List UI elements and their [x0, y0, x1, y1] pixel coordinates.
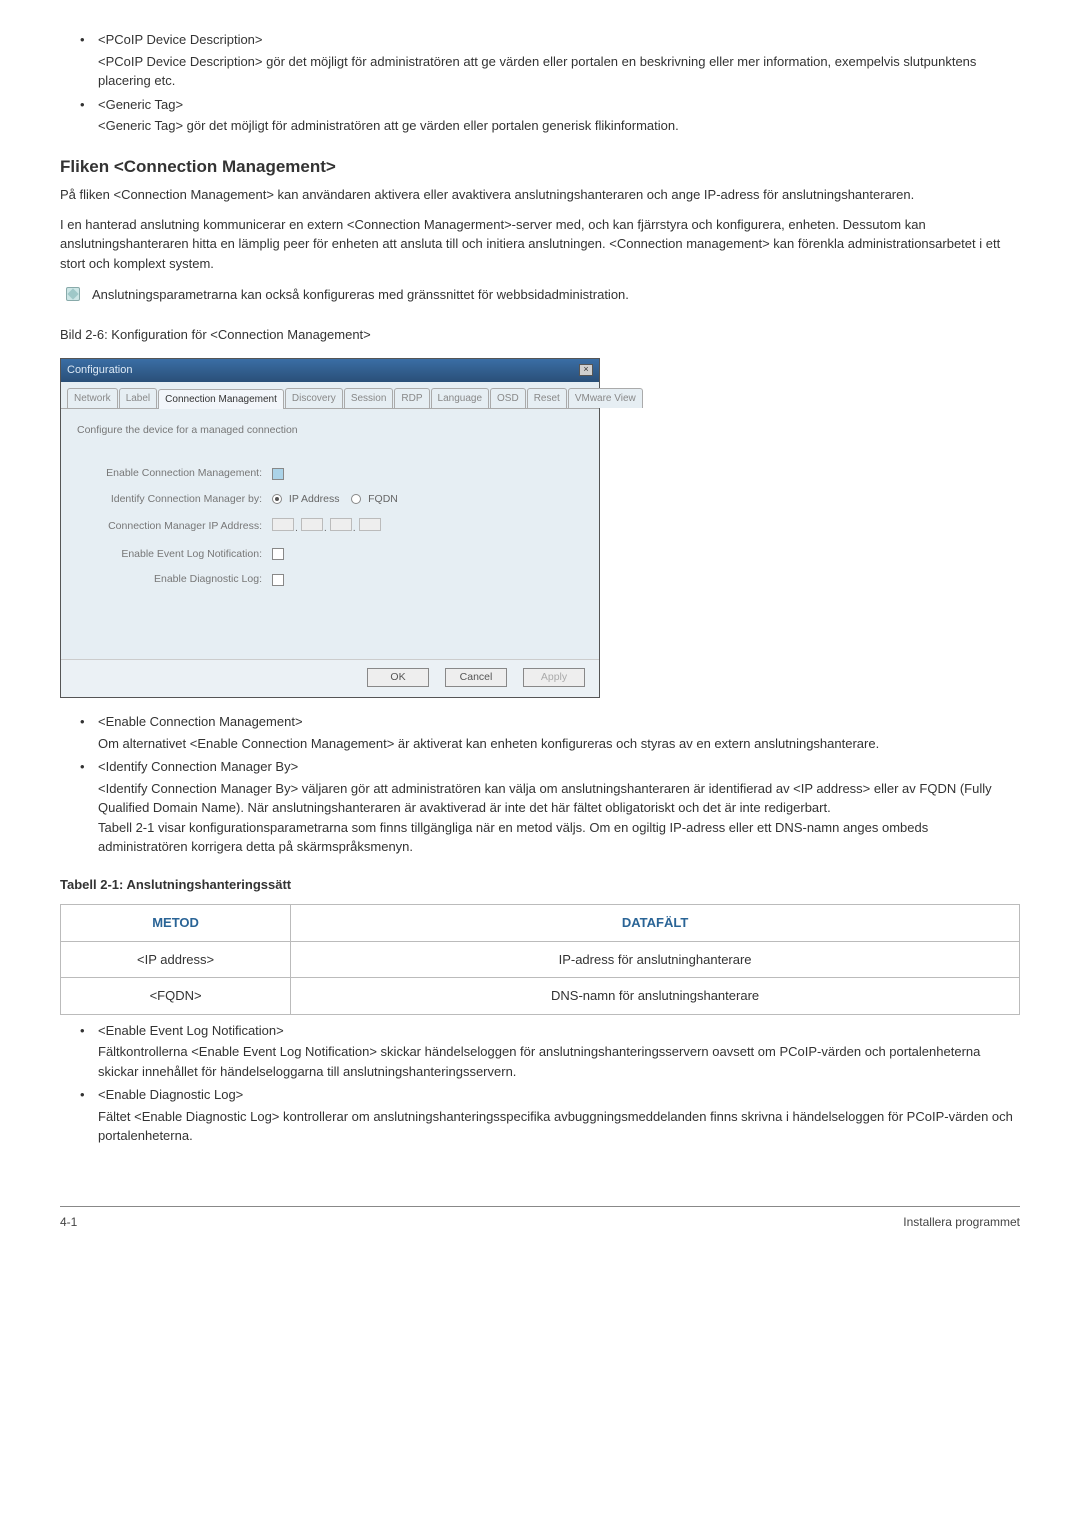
item-desc: Om alternativet <Enable Connection Manag…: [98, 734, 1020, 754]
tab-rdp[interactable]: RDP: [394, 388, 429, 408]
checkbox-diag-log[interactable]: [272, 574, 284, 586]
item-desc: <Generic Tag> gör det möjligt för admini…: [98, 116, 1020, 136]
list-item: • <PCoIP Device Description> <PCoIP Devi…: [80, 30, 1020, 91]
checkbox-event-log[interactable]: [272, 548, 284, 560]
dialog-description: Configure the device for a managed conne…: [77, 423, 583, 439]
dialog-button-row: OK Cancel Apply: [61, 659, 599, 698]
configuration-dialog: Configuration × Network Label Connection…: [60, 358, 600, 698]
table-row: <IP address> IP-adress för anslutninghan…: [61, 941, 1020, 978]
radio-ip-address[interactable]: [272, 494, 282, 504]
item-desc: <PCoIP Device Description> gör det möjli…: [98, 52, 1020, 91]
bullet-dot-icon: •: [80, 1021, 98, 1082]
page-footer: 4-1 Installera programmet: [60, 1206, 1020, 1231]
checkbox-enable-cm[interactable]: [272, 468, 284, 480]
row-cm-ip: Connection Manager IP Address: . . .: [77, 518, 583, 537]
bullet-dot-icon: •: [80, 95, 98, 136]
bottom-bullet-list: • <Enable Event Log Notification> Fältko…: [60, 1021, 1020, 1146]
bullet-dot-icon: •: [80, 712, 98, 753]
method-table: METOD DATAFÄLT <IP address> IP-adress fö…: [60, 904, 1020, 1015]
row-identify-by: Identify Connection Manager by: IP Addre…: [77, 492, 583, 508]
row-event-log: Enable Event Log Notification:: [77, 547, 583, 563]
tab-label[interactable]: Label: [119, 388, 157, 408]
list-item: • <Enable Diagnostic Log> Fältet <Enable…: [80, 1085, 1020, 1146]
note-icon: [66, 287, 80, 301]
list-item: • <Generic Tag> <Generic Tag> gör det mö…: [80, 95, 1020, 136]
bullet-dot-icon: •: [80, 1085, 98, 1146]
label-event-log: Enable Event Log Notification:: [77, 547, 272, 563]
radio-ip-label: IP Address: [289, 493, 340, 505]
cell-datafield: IP-adress för anslutninghanterare: [291, 941, 1020, 978]
note-row: Anslutningsparametrarna kan också konfig…: [60, 285, 1020, 305]
cell-method: <FQDN>: [61, 978, 291, 1015]
ok-button[interactable]: OK: [367, 668, 429, 688]
label-enable-cm: Enable Connection Management:: [77, 466, 272, 482]
radio-fqdn[interactable]: [351, 494, 361, 504]
tab-discovery[interactable]: Discovery: [285, 388, 343, 408]
note-text: Anslutningsparametrarna kan också konfig…: [92, 285, 629, 305]
apply-button[interactable]: Apply: [523, 668, 585, 688]
figure-caption: Bild 2-6: Konfiguration för <Connection …: [60, 325, 1020, 345]
lower-bullet-list: • <Enable Connection Management> Om alte…: [60, 712, 1020, 857]
item-title: <PCoIP Device Description>: [98, 30, 1020, 50]
item-title: <Identify Connection Manager By>: [98, 757, 1020, 777]
dialog-titlebar: Configuration ×: [61, 359, 599, 382]
tab-connection-management[interactable]: Connection Management: [158, 389, 284, 409]
item-desc: Fältkontrollerna <Enable Event Log Notif…: [98, 1042, 1020, 1081]
item-desc: Fältet <Enable Diagnostic Log> kontrolle…: [98, 1107, 1020, 1146]
label-cm-ip: Connection Manager IP Address:: [77, 519, 272, 535]
tab-session[interactable]: Session: [344, 388, 394, 408]
item-title: <Enable Event Log Notification>: [98, 1021, 1020, 1041]
item-desc: <Identify Connection Manager By> väljare…: [98, 779, 1020, 857]
list-item: • <Identify Connection Manager By> <Iden…: [80, 757, 1020, 857]
ip-octet-3[interactable]: [330, 518, 352, 531]
tab-strip: Network Label Connection Management Disc…: [61, 382, 599, 409]
bullet-dot-icon: •: [80, 757, 98, 857]
ip-octet-4[interactable]: [359, 518, 381, 531]
paragraph: I en hanterad anslutning kommunicerar en…: [60, 215, 1020, 274]
item-title: <Enable Connection Management>: [98, 712, 1020, 732]
dialog-title: Configuration: [67, 362, 132, 379]
ip-octet-1[interactable]: [272, 518, 294, 531]
ip-octet-2[interactable]: [301, 518, 323, 531]
cell-method: <IP address>: [61, 941, 291, 978]
tab-reset[interactable]: Reset: [527, 388, 567, 408]
footer-title: Installera programmet: [903, 1213, 1020, 1231]
tab-vmware-view[interactable]: VMware View: [568, 388, 643, 408]
row-enable-cm: Enable Connection Management:: [77, 466, 583, 482]
tab-language[interactable]: Language: [431, 388, 490, 408]
table-row: <FQDN> DNS-namn för anslutningshanterare: [61, 978, 1020, 1015]
top-bullet-list: • <PCoIP Device Description> <PCoIP Devi…: [60, 30, 1020, 136]
cell-datafield: DNS-namn för anslutningshanterare: [291, 978, 1020, 1015]
ip-address-field[interactable]: . . .: [272, 518, 382, 537]
col-header-method: METOD: [61, 905, 291, 942]
item-title: <Enable Diagnostic Log>: [98, 1085, 1020, 1105]
dialog-body: Configure the device for a managed conne…: [61, 409, 599, 659]
page-number: 4-1: [60, 1213, 77, 1231]
list-item: • <Enable Connection Management> Om alte…: [80, 712, 1020, 753]
row-diag-log: Enable Diagnostic Log:: [77, 572, 583, 588]
label-identify-by: Identify Connection Manager by:: [77, 492, 272, 508]
item-title: <Generic Tag>: [98, 95, 1020, 115]
radio-fqdn-label: FQDN: [368, 493, 398, 505]
bullet-dot-icon: •: [80, 30, 98, 91]
table-caption: Tabell 2-1: Anslutningshanteringssätt: [60, 875, 1020, 895]
col-header-datafield: DATAFÄLT: [291, 905, 1020, 942]
list-item: • <Enable Event Log Notification> Fältko…: [80, 1021, 1020, 1082]
paragraph: På fliken <Connection Management> kan an…: [60, 185, 1020, 205]
tab-network[interactable]: Network: [67, 388, 118, 408]
label-diag-log: Enable Diagnostic Log:: [77, 572, 272, 588]
section-heading: Fliken <Connection Management>: [60, 154, 1020, 180]
tab-osd[interactable]: OSD: [490, 388, 526, 408]
close-icon[interactable]: ×: [579, 364, 593, 376]
cancel-button[interactable]: Cancel: [445, 668, 507, 688]
